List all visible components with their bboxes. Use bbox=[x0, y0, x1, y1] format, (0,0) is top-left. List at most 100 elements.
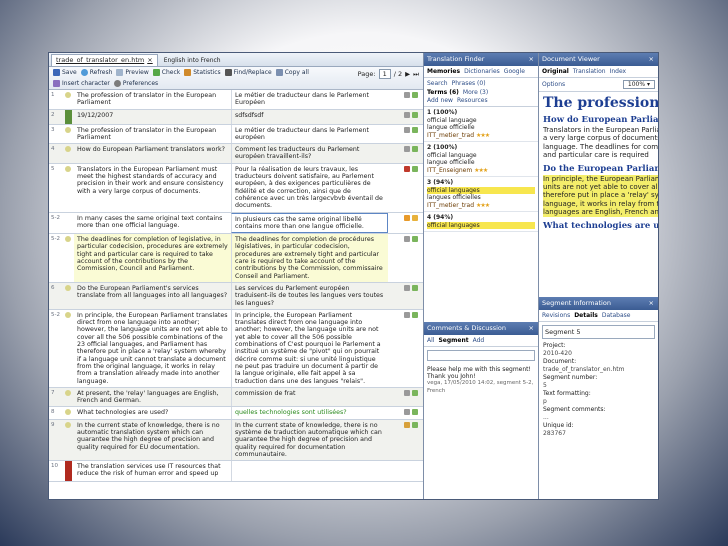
lock-icon[interactable] bbox=[404, 111, 410, 118]
tab-add[interactable]: Add bbox=[473, 337, 485, 344]
tab-all[interactable]: All bbox=[427, 337, 434, 344]
row-tools bbox=[388, 90, 420, 109]
target-cell[interactable]: Pour la réalisation de leurs travaux, le… bbox=[231, 163, 388, 212]
tab-translation[interactable]: Translation bbox=[573, 68, 606, 75]
comment-icon[interactable] bbox=[412, 165, 418, 172]
table-row[interactable]: 5-2 The deadlines for completion of legi… bbox=[49, 234, 423, 283]
status-marker bbox=[65, 234, 74, 282]
target-cell[interactable]: sdfsdfsdf bbox=[231, 109, 388, 124]
comment-icon[interactable] bbox=[412, 284, 418, 291]
add-new-link[interactable]: Add new bbox=[427, 97, 453, 104]
target-cell[interactable]: quelles technologies sont utilisées? bbox=[231, 407, 388, 419]
target-cell[interactable]: commission de frat bbox=[231, 387, 388, 407]
target-cell[interactable]: Le métier de traducteur dans le Parlemen… bbox=[231, 124, 388, 144]
lock-icon[interactable] bbox=[404, 389, 410, 396]
table-row[interactable]: 1 The profession of translator in the Eu… bbox=[49, 90, 423, 110]
next-page-icon[interactable]: ▶ bbox=[405, 70, 410, 78]
table-row[interactable]: 5-2 In many cases the same original text… bbox=[49, 212, 423, 235]
table-row[interactable]: 10 The translation services use IT resou… bbox=[49, 461, 423, 483]
close-icon[interactable]: × bbox=[529, 53, 538, 66]
doc-subheading: What technologies are used? bbox=[543, 220, 658, 231]
table-row[interactable]: 5 Translators in the European Parliament… bbox=[49, 163, 423, 213]
table-row[interactable]: 5-2 In principle, the European Parliamen… bbox=[49, 309, 423, 388]
tm-result[interactable]: 1 (100%) official language langue offici… bbox=[424, 107, 538, 142]
search-link[interactable]: Search bbox=[427, 80, 448, 87]
table-row[interactable]: 8 What technologies are used? quelles te… bbox=[49, 407, 423, 420]
table-row[interactable]: 7 At present, the 'relay' languages are … bbox=[49, 387, 423, 408]
terms-link[interactable]: Terms (6) bbox=[427, 89, 459, 96]
find-replace-button[interactable]: Find/Replace bbox=[224, 69, 272, 76]
lock-icon[interactable] bbox=[404, 92, 410, 98]
tab-google[interactable]: Google bbox=[504, 68, 525, 75]
table-row[interactable]: 4 How do European Parliament translators… bbox=[49, 144, 423, 164]
refresh-label: Refresh bbox=[89, 69, 113, 76]
target-cell[interactable] bbox=[231, 461, 388, 482]
comment-icon[interactable] bbox=[412, 389, 418, 396]
table-row[interactable]: 3 The profession of translator in the Eu… bbox=[49, 124, 423, 145]
page-input[interactable]: 1 bbox=[378, 69, 391, 79]
comment-icon[interactable] bbox=[412, 311, 418, 318]
tm-result[interactable]: 2 (100%) official language langue offici… bbox=[424, 142, 538, 177]
tab-index[interactable]: Index bbox=[610, 68, 627, 75]
zoom-select[interactable]: 100% ▾ bbox=[622, 80, 655, 89]
lock-icon[interactable] bbox=[404, 126, 410, 133]
comment-input[interactable] bbox=[427, 350, 535, 361]
tm-result[interactable]: 4 (94%) official languages bbox=[424, 212, 538, 232]
table-row[interactable]: 9 In the current state of knowledge, the… bbox=[49, 419, 423, 462]
close-icon[interactable]: × bbox=[147, 55, 152, 66]
file-tab[interactable]: trade_of_translator_en.htm × bbox=[51, 54, 158, 66]
tab-original[interactable]: Original bbox=[542, 68, 569, 75]
comment-icon[interactable] bbox=[412, 92, 418, 98]
warning-icon[interactable] bbox=[404, 214, 410, 221]
insert-character-button[interactable]: Insert character bbox=[53, 80, 110, 87]
user-icon[interactable] bbox=[404, 165, 410, 172]
comment-icon[interactable] bbox=[412, 214, 418, 221]
row-tools bbox=[388, 407, 420, 418]
target-cell[interactable]: Le métier de traducteur dans le Parlemen… bbox=[231, 90, 388, 109]
table-row[interactable]: 6 Do the European Parliament's services … bbox=[49, 282, 423, 310]
last-page-icon[interactable]: ⏭ bbox=[413, 70, 419, 79]
lock-icon[interactable] bbox=[404, 409, 410, 416]
target-cell[interactable]: In principle, the European Parliament tr… bbox=[231, 309, 388, 387]
tab-segment[interactable]: Segment bbox=[438, 337, 468, 344]
target-cell[interactable]: Les services du Parlement européen tradu… bbox=[231, 282, 388, 309]
close-icon[interactable]: × bbox=[649, 297, 658, 310]
options-link[interactable]: Options bbox=[542, 81, 565, 88]
comment-icon[interactable] bbox=[412, 421, 418, 428]
target-cell[interactable]: Comment les traducteurs du Parlement eur… bbox=[231, 144, 388, 163]
comment-icon[interactable] bbox=[412, 236, 418, 243]
lock-icon[interactable] bbox=[404, 311, 410, 318]
tab-memories[interactable]: Memories bbox=[427, 68, 460, 75]
grid-icon[interactable] bbox=[404, 421, 410, 428]
copy-all-button[interactable]: Copy all bbox=[275, 69, 309, 76]
tab-revisions[interactable]: Revisions bbox=[542, 312, 570, 319]
close-icon[interactable]: × bbox=[529, 322, 538, 335]
more-link[interactable]: More (3) bbox=[463, 89, 488, 96]
check-button[interactable]: Check bbox=[152, 69, 180, 76]
comment-icon[interactable] bbox=[412, 146, 418, 153]
comment-icon[interactable] bbox=[412, 409, 418, 416]
phrases-link[interactable]: Phrases (0) bbox=[452, 80, 486, 87]
statistics-button[interactable]: Statistics bbox=[184, 69, 221, 76]
lock-icon[interactable] bbox=[404, 146, 410, 153]
refresh-button[interactable]: Refresh bbox=[80, 69, 113, 76]
field-value: 2010-420 bbox=[543, 349, 572, 357]
tm-result[interactable]: 3 (94%) official languages langues offic… bbox=[424, 177, 538, 212]
target-cell[interactable]: In the current state of knowledge, there… bbox=[231, 419, 388, 461]
tab-details[interactable]: Details bbox=[574, 312, 598, 319]
lock-icon[interactable] bbox=[404, 284, 410, 291]
target-cell[interactable]: The deadlines for completion de procédur… bbox=[231, 234, 388, 282]
tab-database[interactable]: Database bbox=[602, 312, 631, 319]
table-row[interactable]: 2 19/12/2007 sdfsdfsdf bbox=[49, 109, 423, 125]
close-icon[interactable]: × bbox=[649, 53, 658, 66]
active-target-cell[interactable]: In plusieurs cas the same original libel… bbox=[231, 212, 388, 234]
tab-dictionaries[interactable]: Dictionaries bbox=[464, 68, 500, 75]
lock-icon[interactable] bbox=[404, 236, 410, 243]
resources-link[interactable]: Resources bbox=[457, 97, 488, 104]
preview-button[interactable]: Preview bbox=[116, 69, 149, 76]
comment-icon[interactable] bbox=[412, 126, 418, 133]
preferences-button[interactable]: Preferences bbox=[113, 80, 158, 87]
save-button[interactable]: Save bbox=[53, 69, 77, 76]
comment-icon[interactable] bbox=[412, 111, 418, 118]
segment-selector[interactable]: Segment 5 bbox=[542, 325, 655, 339]
